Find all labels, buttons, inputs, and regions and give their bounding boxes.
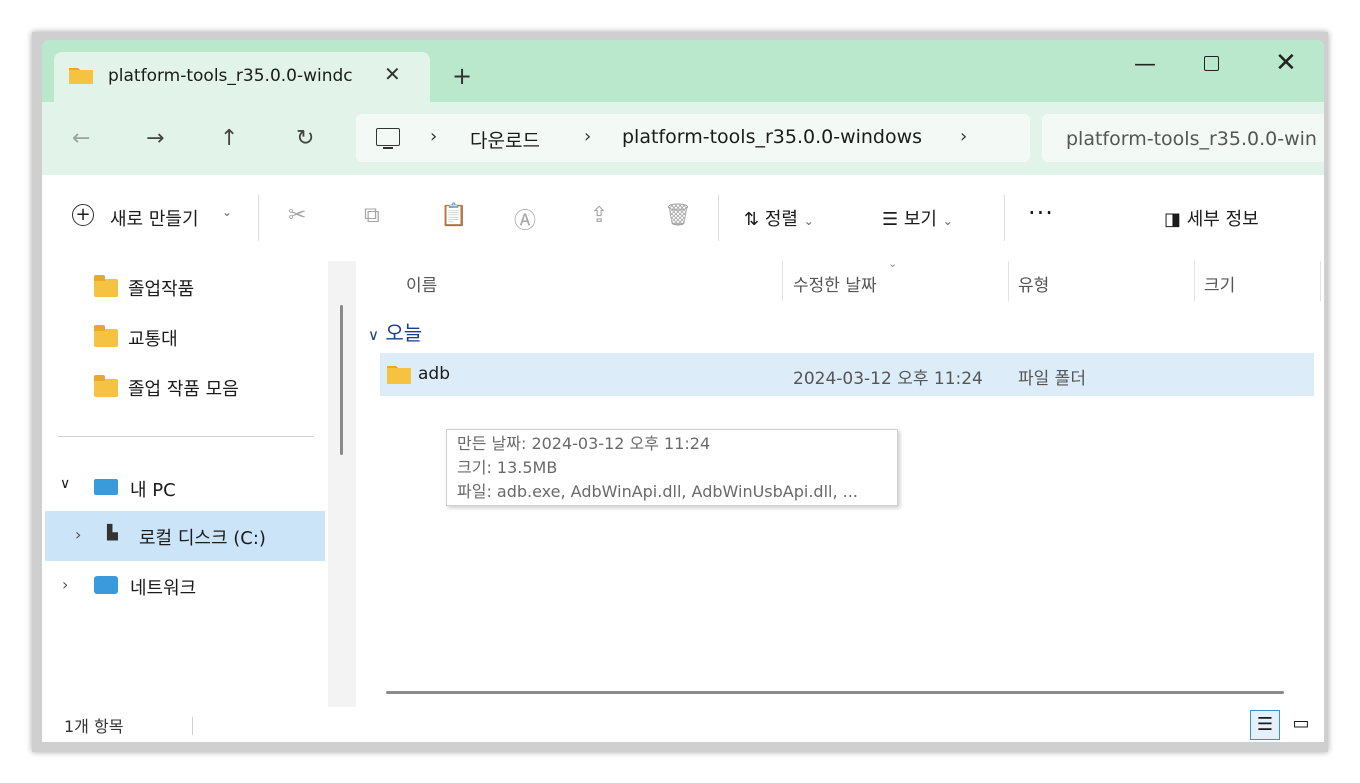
back-button[interactable]: ← <box>72 126 90 151</box>
sidebar-item-label: 교통대 <box>128 329 178 350</box>
drive-icon: ▙ <box>107 525 118 541</box>
table-row[interactable]: adb 2024-03-12 오후 11:24 파일 폴더 <box>380 353 1314 396</box>
view-label: 보기 <box>903 209 937 230</box>
column-header-name[interactable]: 이름 <box>406 271 437 296</box>
navigation-pane: 졸업작품 교통대 졸업 작품 모음 ∨ 내 PC › ▙ 로컬 디스크 (C:)… <box>42 261 342 707</box>
forward-button[interactable]: → <box>146 126 164 151</box>
file-list: 이름 ⌄ 수정한 날짜 유형 크기 ∨ 오늘 adb 2024-03-12 오후… <box>356 257 1324 707</box>
tab-title: platform-tools_r35.0.0-windc <box>108 66 353 86</box>
details-view-button[interactable]: ☰ <box>1250 710 1280 740</box>
new-button-label: 새로 만들기 <box>110 209 199 230</box>
sidebar-item-label: 로컬 디스크 (C:) <box>139 528 266 549</box>
column-divider[interactable] <box>1320 261 1321 301</box>
folder-icon <box>69 68 93 84</box>
address-bar: ← → ↑ ↻ › 다운로드 › platform-tools_r35.0.0-… <box>42 102 1324 175</box>
refresh-button[interactable]: ↻ <box>296 126 314 151</box>
breadcrumb-downloads[interactable]: 다운로드 <box>470 126 540 153</box>
chevron-right-icon[interactable]: › <box>75 525 81 544</box>
details-pane-icon: ◨ <box>1164 209 1182 230</box>
tab-active[interactable]: platform-tools_r35.0.0-windc ✕ <box>54 52 430 102</box>
chevron-down-icon: ⌄ <box>803 214 814 228</box>
monitor-icon <box>94 479 118 495</box>
details-pane-button[interactable]: ◨ 세부 정보 <box>1164 205 1259 231</box>
plus-icon: + <box>72 204 94 226</box>
sort-button[interactable]: ⇅ 정렬 ⌄ <box>744 205 814 231</box>
breadcrumb[interactable]: › 다운로드 › platform-tools_r35.0.0-windows … <box>356 114 1030 162</box>
sidebar-item-label: 졸업 작품 모음 <box>128 379 239 400</box>
column-header-type[interactable]: 유형 <box>1018 271 1049 296</box>
details-label: 세부 정보 <box>1186 209 1259 230</box>
command-bar: + 새로 만들기 ⌄ ✂ ⧉ 📋 Ⓐ ⇪ 🗑 ⇅ 정렬 ⌄ ☰ 보기 ⌄ ···… <box>42 175 1324 262</box>
file-type: 파일 폴더 <box>1018 369 1086 389</box>
minimize-button[interactable]: — <box>1134 52 1156 77</box>
chevron-right-icon[interactable]: › <box>62 575 68 594</box>
sidebar-item-label: 졸업작품 <box>128 279 195 300</box>
item-count: 1개 항목 <box>64 717 124 736</box>
tooltip-size: 크기: 13.5MB <box>457 458 558 477</box>
copy-icon[interactable]: ⧉ <box>364 203 380 228</box>
sidebar-item-local-disk[interactable]: › ▙ 로컬 디스크 (C:) <box>45 511 325 561</box>
chevron-right-icon[interactable]: › <box>430 126 437 147</box>
column-divider[interactable] <box>1194 261 1195 301</box>
group-label: 오늘 <box>385 321 423 345</box>
title-bar: platform-tools_r35.0.0-windc ✕ + — ✕ <box>42 40 1324 102</box>
tooltip-files: 파일: adb.exe, AdbWinApi.dll, AdbWinUsbApi… <box>457 482 858 501</box>
tooltip-created: 만든 날짜: 2024-03-12 오후 11:24 <box>457 434 711 453</box>
file-explorer-window: platform-tools_r35.0.0-windc ✕ + — ✕ ← →… <box>42 40 1324 742</box>
folder-icon <box>94 325 118 347</box>
column-divider[interactable] <box>782 261 783 301</box>
sidebar-item-label: 내 PC <box>130 480 176 501</box>
share-icon[interactable]: ⇪ <box>590 203 608 228</box>
sort-indicator-icon: ⌄ <box>888 257 898 270</box>
network-icon <box>94 576 118 594</box>
list-icon: ☰ <box>882 209 899 230</box>
file-modified: 2024-03-12 오후 11:24 <box>793 369 983 389</box>
view-button[interactable]: ☰ 보기 ⌄ <box>882 205 953 231</box>
column-header-size[interactable]: 크기 <box>1204 271 1235 296</box>
column-divider[interactable] <box>1008 261 1009 301</box>
chevron-right-icon[interactable]: › <box>960 126 967 147</box>
sidebar-scrollbar[interactable] <box>340 305 343 455</box>
close-window-button[interactable]: ✕ <box>1275 48 1297 78</box>
folder-icon <box>387 366 411 384</box>
breadcrumb-platform-tools[interactable]: platform-tools_r35.0.0-windows <box>622 126 922 148</box>
chevron-right-icon[interactable]: › <box>584 126 591 147</box>
toolbar-divider <box>718 195 719 241</box>
large-icons-view-button[interactable]: ▭ <box>1286 710 1316 740</box>
file-tooltip: 만든 날짜: 2024-03-12 오후 11:24 크기: 13.5MB 파일… <box>446 429 898 506</box>
group-header-today[interactable]: ∨ 오늘 <box>368 317 422 346</box>
maximize-button[interactable] <box>1204 56 1219 71</box>
column-header-modified[interactable]: 수정한 날짜 <box>793 271 877 296</box>
paste-icon[interactable]: 📋 <box>440 203 467 228</box>
new-tab-button[interactable]: + <box>452 62 472 90</box>
up-button[interactable]: ↑ <box>220 126 238 151</box>
close-tab-icon[interactable]: ✕ <box>384 62 401 86</box>
sidebar-item-label: 네트워크 <box>130 578 197 599</box>
status-divider <box>192 717 193 735</box>
toolbar-divider <box>1004 195 1005 241</box>
search-input[interactable]: platform-tools_r35.0.0-win <box>1042 114 1324 162</box>
rename-icon[interactable]: Ⓐ <box>514 203 536 235</box>
file-name: adb <box>418 364 450 384</box>
chevron-down-icon: ∨ <box>368 326 379 344</box>
horizontal-scrollbar[interactable] <box>386 691 1284 694</box>
chevron-down-icon: ⌄ <box>222 205 233 219</box>
chevron-down-icon: ⌄ <box>942 214 953 228</box>
folder-icon <box>94 275 118 297</box>
computer-icon[interactable] <box>376 128 400 149</box>
status-bar: 1개 항목 ☰ ▭ <box>42 707 1324 742</box>
folder-icon <box>94 375 118 397</box>
search-placeholder: platform-tools_r35.0.0-win <box>1066 128 1317 150</box>
sidebar-divider <box>58 436 314 437</box>
sort-icon: ⇅ <box>744 209 760 230</box>
more-options-button[interactable]: ··· <box>1028 199 1054 227</box>
sort-label: 정렬 <box>764 209 798 230</box>
chevron-down-icon[interactable]: ∨ <box>60 476 70 492</box>
delete-icon[interactable]: 🗑 <box>664 203 692 228</box>
cut-icon[interactable]: ✂ <box>288 203 306 228</box>
toolbar-divider <box>258 195 259 241</box>
